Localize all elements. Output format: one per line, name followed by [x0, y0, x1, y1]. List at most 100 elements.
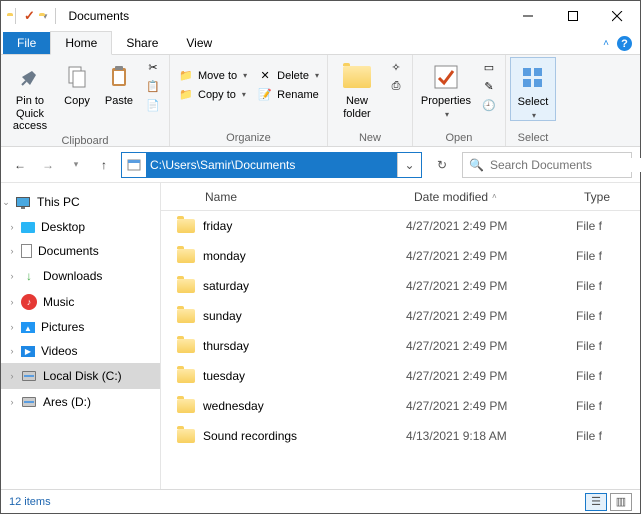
nav-item-label: Ares (D:): [43, 395, 91, 409]
edit-button[interactable]: ✎: [477, 78, 501, 95]
open-icon: ▭: [481, 61, 497, 74]
minimize-button[interactable]: [505, 2, 550, 30]
select-button[interactable]: Select ▾: [510, 57, 556, 121]
chevron-down-icon[interactable]: ⌄: [1, 197, 11, 208]
new-item-button[interactable]: ✧: [384, 59, 408, 76]
address-dropdown[interactable]: ⌄: [397, 153, 421, 177]
file-list[interactable]: friday4/27/2021 2:49 PMFile fmonday4/27/…: [161, 211, 640, 489]
scissors-icon: ✂: [145, 61, 161, 74]
nav-item-downloads[interactable]: ›↓Downloads: [1, 263, 160, 289]
new-folder-button[interactable]: New folder: [332, 57, 382, 120]
chevron-right-icon[interactable]: ›: [7, 222, 17, 232]
file-type: File f: [576, 339, 636, 353]
file-name: friday: [203, 219, 232, 233]
file-row[interactable]: saturday4/27/2021 2:49 PMFile f: [161, 271, 640, 301]
group-organize-label: Organize: [174, 130, 323, 146]
pin-to-quick-access-button[interactable]: Pin to Quick access: [5, 57, 55, 133]
refresh-button[interactable]: ↻: [428, 152, 456, 178]
chevron-right-icon[interactable]: ›: [7, 297, 17, 307]
move-to-button[interactable]: 📁Move to▾: [174, 67, 251, 84]
file-row[interactable]: wednesday4/27/2021 2:49 PMFile f: [161, 391, 640, 421]
chevron-right-icon[interactable]: ›: [7, 346, 17, 356]
properties-button[interactable]: Properties ▾: [417, 57, 475, 119]
paste-shortcut-button[interactable]: 📄: [141, 97, 165, 114]
file-type: File f: [576, 249, 636, 263]
copy-button[interactable]: Copy: [57, 57, 97, 108]
file-row[interactable]: Sound recordings4/13/2021 9:18 AMFile f: [161, 421, 640, 451]
nav-item-desktop[interactable]: ›Desktop: [1, 215, 160, 239]
nav-item-music[interactable]: ›♪Music: [1, 289, 160, 315]
navigation-pane[interactable]: ⌄ This PC ›Desktop›Documents›↓Downloads›…: [1, 183, 161, 489]
chevron-right-icon[interactable]: ›: [7, 322, 17, 332]
up-button[interactable]: ↑: [93, 154, 115, 176]
history-button[interactable]: 🕘: [477, 97, 501, 114]
tab-file[interactable]: File: [3, 32, 50, 54]
forward-button[interactable]: →: [37, 154, 59, 176]
file-name: Sound recordings: [203, 429, 297, 443]
rename-button[interactable]: 📝Rename: [253, 86, 323, 103]
tab-share[interactable]: Share: [112, 32, 172, 54]
file-row[interactable]: sunday4/27/2021 2:49 PMFile f: [161, 301, 640, 331]
paste-button[interactable]: Paste: [99, 57, 139, 108]
large-icons-view-button[interactable]: ▥: [610, 493, 632, 511]
nav-item-label: Videos: [41, 344, 77, 358]
nav-item-pictures[interactable]: ›▲Pictures: [1, 315, 160, 339]
titlebar: ✓ ▾ Documents: [1, 1, 640, 31]
file-name: sunday: [203, 309, 242, 323]
chevron-right-icon[interactable]: ›: [7, 371, 17, 381]
details-view-button[interactable]: ☰: [585, 493, 607, 511]
file-name: monday: [203, 249, 246, 263]
delete-icon: ✕: [257, 69, 273, 82]
tab-view[interactable]: View: [172, 32, 226, 54]
address-bar[interactable]: ⌄: [121, 152, 422, 178]
open-button[interactable]: ▭: [477, 59, 501, 76]
folder-icon: [177, 429, 195, 443]
qat-properties-icon[interactable]: ✓: [24, 8, 35, 24]
address-icon: [122, 153, 146, 177]
nav-this-pc[interactable]: ⌄ This PC: [1, 189, 160, 215]
easy-access-button[interactable]: ⎙: [384, 78, 408, 95]
file-row[interactable]: monday4/27/2021 2:49 PMFile f: [161, 241, 640, 271]
copy-path-button[interactable]: 📋: [141, 78, 165, 95]
close-button[interactable]: [595, 2, 640, 30]
nav-item-local-disk-c-[interactable]: ›Local Disk (C:): [1, 363, 160, 389]
address-input[interactable]: [146, 153, 397, 177]
recent-locations-button[interactable]: ▾: [65, 154, 87, 176]
copy-to-button[interactable]: 📁Copy to▾: [174, 86, 251, 103]
tab-home[interactable]: Home: [50, 31, 112, 55]
nav-item-ares-d-[interactable]: › Ares (D:): [1, 389, 160, 415]
help-icon[interactable]: ?: [617, 36, 632, 51]
copy-label: Copy: [64, 95, 90, 108]
chevron-right-icon[interactable]: ›: [7, 397, 17, 407]
chevron-right-icon[interactable]: ›: [7, 246, 17, 256]
delete-button[interactable]: ✕Delete▾: [253, 67, 323, 84]
column-date[interactable]: Date modified˄: [406, 190, 576, 204]
item-count: 12 items: [9, 496, 51, 508]
copy-icon: [67, 61, 87, 93]
cut-button[interactable]: ✂: [141, 59, 165, 76]
chevron-down-icon: ▾: [315, 71, 319, 80]
file-type: File f: [576, 399, 636, 413]
this-pc-icon: [15, 194, 31, 210]
collapse-ribbon-icon[interactable]: ˄: [603, 38, 609, 49]
file-name: saturday: [203, 279, 249, 293]
nav-item-videos[interactable]: ›▶Videos: [1, 339, 160, 363]
new-folder-icon: [343, 61, 371, 93]
search-box[interactable]: 🔍: [462, 152, 632, 178]
search-input[interactable]: [490, 158, 641, 172]
file-row[interactable]: friday4/27/2021 2:49 PMFile f: [161, 211, 640, 241]
edit-icon: ✎: [481, 80, 497, 93]
nav-item-documents[interactable]: ›Documents: [1, 239, 160, 263]
column-name[interactable]: Name: [161, 190, 406, 204]
column-type[interactable]: Type: [576, 190, 636, 204]
file-row[interactable]: tuesday4/27/2021 2:49 PMFile f: [161, 361, 640, 391]
folder-icon: [177, 249, 195, 263]
new-folder-label: New folder: [336, 95, 378, 120]
file-date: 4/27/2021 2:49 PM: [406, 399, 576, 413]
maximize-button[interactable]: [550, 2, 595, 30]
file-type: File f: [576, 369, 636, 383]
file-row[interactable]: thursday4/27/2021 2:49 PMFile f: [161, 331, 640, 361]
sort-asc-icon: ˄: [492, 192, 497, 201]
chevron-right-icon[interactable]: ›: [7, 271, 17, 281]
back-button[interactable]: ←: [9, 154, 31, 176]
